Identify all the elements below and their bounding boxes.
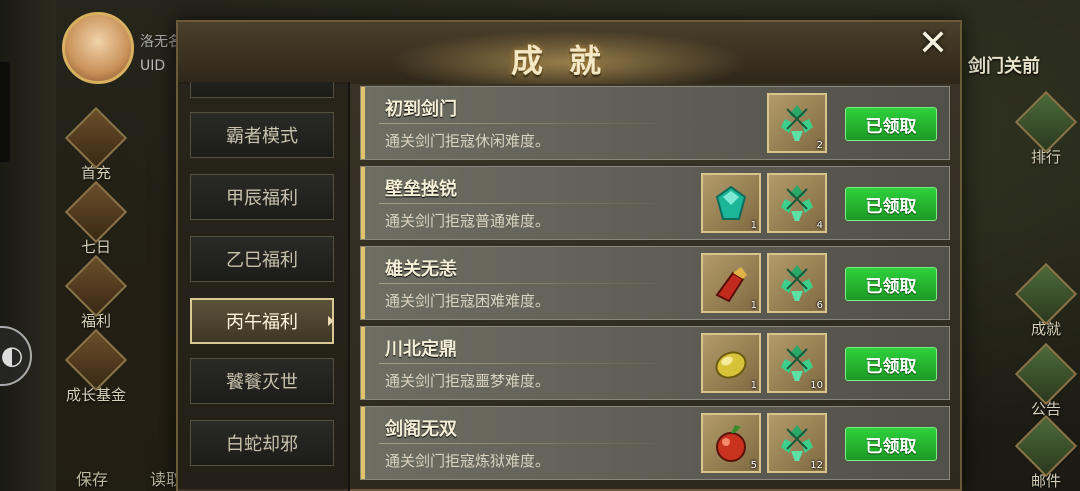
row-accent	[361, 247, 365, 319]
achievement-desc: 通关剑门拒寇炼狱难度。	[385, 452, 551, 470]
tab-taotie-doom[interactable]: 饕餮灭世	[190, 358, 334, 404]
reward-slot[interactable]: 10	[767, 333, 827, 393]
reward-count: 10	[810, 380, 823, 391]
reward-count: 1	[750, 220, 757, 231]
reward-slot[interactable]: 1	[701, 253, 761, 313]
dialog-title: 成就	[510, 42, 627, 80]
achievement-name: 剑阁无双	[385, 419, 457, 440]
claimed-button[interactable]: 已领取	[845, 267, 937, 301]
achievement-desc: 通关剑门拒寇普通难度。	[385, 212, 551, 230]
menu-first-recharge[interactable]: 首充	[64, 106, 128, 183]
menu-announcement[interactable]: 公告	[1014, 342, 1078, 419]
reward-slot[interactable]: 2	[767, 93, 827, 153]
bottom-save[interactable]: 保存	[76, 466, 108, 490]
reward-count: 2	[816, 140, 823, 151]
player-avatar[interactable]	[62, 12, 134, 84]
menu-achievement[interactable]: 成就	[1014, 262, 1078, 339]
reward-count: 6	[816, 300, 823, 311]
location-title: 剑门关前	[968, 56, 1040, 77]
row-accent	[361, 167, 365, 239]
tab-bingwu-welfare[interactable]: 丙午福利	[190, 298, 334, 344]
achievement-desc: 通关剑门拒寇休闲难度。	[385, 132, 551, 150]
achievement-name: 初到剑门	[385, 99, 457, 120]
achievement-icon	[1014, 262, 1078, 326]
menu-seven-days[interactable]: 七日	[64, 180, 128, 257]
reward-count: 1	[750, 380, 757, 391]
menu-welfare[interactable]: 福利	[64, 254, 128, 331]
reward-slot[interactable]: 12	[767, 413, 827, 473]
achievement-row: 雄关无恙 通关剑门拒寇困难难度。 1 6 已领取	[360, 246, 950, 320]
desc-divider	[379, 443, 679, 444]
achievement-row: 壁垒挫锐 通关剑门拒寇普通难度。 1 4 已领取	[360, 166, 950, 240]
tab-yisi-welfare[interactable]: 乙巳福利	[190, 236, 334, 282]
achievement-row: 剑阁无双 通关剑门拒寇炼狱难度。 5 12 已领取	[360, 406, 950, 480]
claimed-button[interactable]: 已领取	[845, 187, 937, 221]
reward-slot[interactable]: 5	[701, 413, 761, 473]
achievement-name: 川北定鼎	[385, 339, 457, 360]
desc-divider	[379, 203, 679, 204]
player-uid-label: UID	[140, 58, 166, 74]
menu-ranking[interactable]: 排行	[1014, 90, 1078, 167]
gold-pile-icon	[64, 328, 128, 392]
claimed-button[interactable]: 已领取	[845, 107, 937, 141]
mail-icon	[1014, 414, 1078, 478]
treasure-chest-icon	[64, 106, 128, 170]
achievement-list[interactable]: 初到剑门 通关剑门拒寇休闲难度。 2 已领取 壁垒挫锐 通关剑门拒寇普通难度。 …	[360, 86, 950, 491]
reward-slot[interactable]: 1	[701, 173, 761, 233]
achievement-name: 壁垒挫锐	[385, 179, 457, 200]
assist-icon: ◐	[0, 341, 24, 371]
achievement-row: 初到剑门 通关剑门拒寇休闲难度。 2 已领取	[360, 86, 950, 160]
category-tab-list[interactable]: 霸者模式 甲辰福利 乙巳福利 丙午福利 饕餮灭世 白蛇却邪	[178, 82, 348, 491]
reward-count: 4	[816, 220, 823, 231]
row-accent	[361, 87, 365, 159]
claimed-button[interactable]: 已领取	[845, 427, 937, 461]
achievement-dialog: 成就 ✕ 霸者模式 甲辰福利 乙巳福利 丙午福利 饕餮灭世 白蛇却邪 初到剑门 …	[176, 20, 962, 491]
menu-mail[interactable]: 邮件	[1014, 414, 1078, 491]
menu-growth-fund[interactable]: 成长基金	[60, 328, 132, 405]
achievement-desc: 通关剑门拒寇困难难度。	[385, 292, 551, 310]
reward-slot[interactable]: 1	[701, 333, 761, 393]
claimed-button[interactable]: 已领取	[845, 347, 937, 381]
desc-divider	[379, 363, 679, 364]
list-divider	[348, 82, 350, 491]
reward-slot[interactable]: 4	[767, 173, 827, 233]
dialog-header: 成就 ✕	[178, 22, 960, 84]
tab-hidden-top[interactable]	[190, 82, 334, 98]
calendar-icon	[64, 180, 128, 244]
close-icon: ✕	[917, 23, 949, 64]
device-edge-bar	[0, 62, 10, 162]
reward-count: 5	[750, 460, 757, 471]
tab-white-snake[interactable]: 白蛇却邪	[190, 420, 334, 466]
reward-count: 1	[750, 300, 757, 311]
announcement-icon	[1014, 342, 1078, 406]
reward-slot[interactable]: 6	[767, 253, 827, 313]
achievement-row: 川北定鼎 通关剑门拒寇噩梦难度。 1 10 已领取	[360, 326, 950, 400]
row-accent	[361, 327, 365, 399]
row-accent	[361, 407, 365, 479]
achievement-desc: 通关剑门拒寇噩梦难度。	[385, 372, 551, 390]
active-tab-arrow-icon	[328, 316, 334, 326]
gift-icon	[64, 254, 128, 318]
tab-jiachen-welfare[interactable]: 甲辰福利	[190, 174, 334, 220]
ranking-icon	[1014, 90, 1078, 154]
close-button[interactable]: ✕	[914, 26, 952, 64]
achievement-name: 雄关无恙	[385, 259, 457, 280]
desc-divider	[379, 123, 679, 124]
tab-overlord-mode[interactable]: 霸者模式	[190, 112, 334, 158]
reward-count: 12	[810, 460, 823, 471]
desc-divider	[379, 283, 679, 284]
